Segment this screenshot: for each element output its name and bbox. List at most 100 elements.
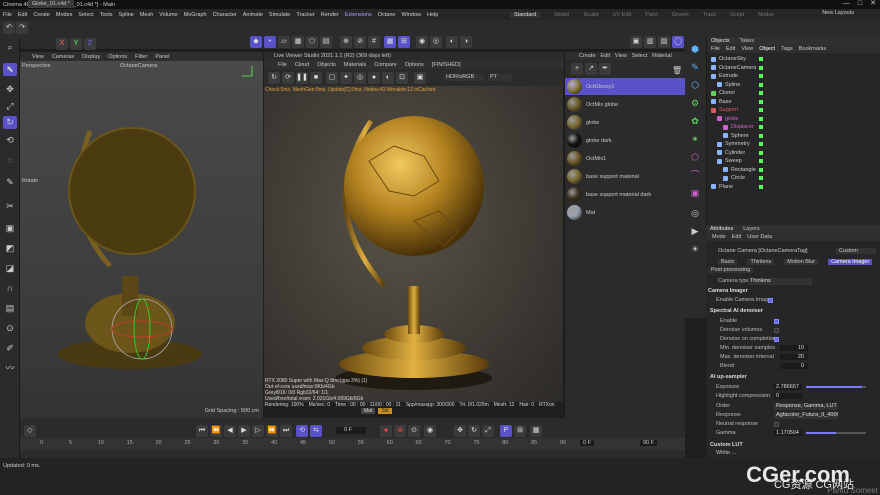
vp-menu-display[interactable]: Display <box>82 54 100 60</box>
preset-select[interactable]: Custom <box>836 248 876 254</box>
lv-save-icon[interactable]: ▣ <box>414 72 426 84</box>
next-frame-icon[interactable]: ▷ <box>252 425 264 437</box>
camera-icon[interactable]: ▶ <box>688 225 702 238</box>
object-visibility-icon[interactable] <box>759 91 763 95</box>
layout-script[interactable]: Script <box>730 12 744 18</box>
menu-help[interactable]: Help <box>427 12 438 18</box>
gamma-slider[interactable] <box>806 432 866 434</box>
material-icon[interactable]: ▨ <box>658 36 670 48</box>
snap-icon[interactable]: ⊕ <box>340 36 352 48</box>
kernel-mode-select[interactable]: PT <box>488 74 512 81</box>
lv-pause-icon[interactable]: ❚❚ <box>296 72 308 84</box>
autokey-icon[interactable]: ⊛ <box>394 425 406 437</box>
object-visibility-icon[interactable] <box>759 167 763 172</box>
lv-focus-icon[interactable]: ◎ <box>354 72 366 84</box>
highlight-input[interactable]: 0 <box>774 393 802 399</box>
render-settings-icon[interactable]: ◎ <box>430 36 442 48</box>
grid-icon[interactable]: # <box>368 36 380 48</box>
lv-restart-icon[interactable]: ⟳ <box>282 72 294 84</box>
subtab-post-processing[interactable]: Post processing <box>708 267 754 273</box>
redo-icon[interactable]: ↷ <box>16 22 28 34</box>
neutral-checkbox[interactable] <box>774 421 779 427</box>
obj-menu-edit[interactable]: Edit <box>726 45 735 53</box>
menu-volume[interactable]: Volume <box>159 12 177 18</box>
subtab-motion-blur[interactable]: Motion Blur <box>784 259 819 265</box>
octane-settings-icon[interactable]: ◑ <box>460 36 472 48</box>
layout-sculpt[interactable]: Sculpt <box>583 12 598 18</box>
field-icon[interactable]: ⬠ <box>688 151 702 164</box>
weld-tool-icon[interactable]: ⊙ <box>3 322 17 335</box>
paint-tool-icon[interactable]: ✐ <box>3 342 17 355</box>
menu-animate[interactable]: Animate <box>243 12 263 18</box>
key-scale-icon[interactable]: ⤢ <box>482 425 494 437</box>
close-icon[interactable]: ✕ <box>870 0 876 8</box>
menu-spline[interactable]: Spline <box>119 12 134 18</box>
camera-type-select[interactable]: Thinlens <box>748 277 812 285</box>
axis-y-button[interactable]: Y <box>70 38 82 50</box>
obj-menu-tags[interactable]: Tags <box>781 45 793 53</box>
exposure-input[interactable]: 2.786657 <box>774 384 802 390</box>
cloner-icon[interactable]: ⚙ <box>688 97 702 110</box>
layout-model[interactable]: Model <box>554 12 569 18</box>
bend-icon[interactable]: ⌒ <box>688 169 702 182</box>
points-mode-icon[interactable]: • <box>264 36 276 48</box>
denoise-completion-checkbox[interactable] <box>774 336 779 342</box>
blend-input[interactable]: 0 <box>780 363 808 369</box>
subtab-thinlens[interactable]: Thinlens <box>747 259 775 265</box>
texture-mode-icon[interactable]: ▤ <box>320 36 332 48</box>
keyframe-selection-icon[interactable]: ⊙ <box>408 425 420 437</box>
range-start-field[interactable]: 0 F <box>580 440 594 446</box>
menu-simulate[interactable]: Simulate <box>269 12 290 18</box>
go-start-icon[interactable]: ⏮ <box>196 425 208 437</box>
menu-character[interactable]: Character <box>213 12 237 18</box>
editor-viewport[interactable]: Perspective OctaneCamera Rotate Grid Spa… <box>20 61 263 418</box>
lv-menu-objects[interactable]: Objects <box>317 62 336 68</box>
menu-window[interactable]: Window <box>401 12 421 18</box>
render-region-icon[interactable]: ▥ <box>644 36 656 48</box>
rotate-tool-icon[interactable]: ↻ <box>3 116 17 129</box>
object-row[interactable]: Displacer <box>707 123 877 131</box>
tab-takes[interactable]: Takes <box>740 37 754 45</box>
vp-menu-panel[interactable]: Panel <box>155 54 169 60</box>
object-visibility-icon[interactable] <box>759 142 763 146</box>
current-frame-field[interactable]: 0 F <box>336 427 366 434</box>
lock-panel-icon[interactable]: 🗑 <box>672 66 682 76</box>
octane-render-view[interactable]: Check:0ms. MeshGen:0ms. Update[C]:0ms. N… <box>264 86 563 406</box>
tab-sid[interactable]: Sid <box>378 408 392 414</box>
magnet-tool-icon[interactable]: ∩ <box>3 282 17 295</box>
material-item[interactable]: Mat <box>565 204 686 221</box>
go-end-icon[interactable]: ⏭ <box>280 425 292 437</box>
max-interval-input[interactable]: 20 <box>780 354 808 360</box>
edges-mode-icon[interactable]: ▱ <box>278 36 290 48</box>
workplane-icon[interactable]: ▦ <box>384 36 396 48</box>
material-item[interactable]: OctGlossy1 <box>565 78 686 95</box>
lv-menu-materials[interactable]: Materials <box>344 62 366 68</box>
subtab-basic[interactable]: Basic <box>718 259 738 265</box>
object-visibility-icon[interactable] <box>759 65 763 70</box>
order-select[interactable]: Response, Gamma, LUT <box>774 402 838 410</box>
material-item[interactable]: base support material <box>565 168 686 185</box>
section-ai-upsampler[interactable]: AI up-sampler <box>706 373 876 381</box>
play-icon[interactable]: ▶ <box>238 425 250 437</box>
enable-imager-checkbox[interactable] <box>768 297 773 303</box>
timeline-ruler[interactable]: 0 5 10 15 20 25 30 35 40 45 50 55 60 65 70 75 80 85 90 0 F… <box>20 438 685 450</box>
object-row[interactable]: Cloner <box>707 89 877 97</box>
object-row[interactable]: Rectangle <box>707 166 877 174</box>
minimize-icon[interactable]: — <box>843 0 850 8</box>
object-visibility-icon[interactable] <box>759 150 763 155</box>
menu-mesh[interactable]: Mesh <box>140 12 153 18</box>
layout-track[interactable]: Track <box>703 12 717 18</box>
lv-pick-icon[interactable]: ✦ <box>340 72 352 84</box>
object-visibility-icon[interactable] <box>759 116 763 121</box>
environment-icon[interactable]: ▣ <box>688 187 702 200</box>
loop-tool-icon[interactable]: ◪ <box>3 262 17 275</box>
object-row[interactable]: Cylinder <box>707 149 877 157</box>
mat-menu-material[interactable]: Material <box>652 52 672 60</box>
obj-menu-view[interactable]: View <box>741 45 753 53</box>
loop-icon[interactable]: ⟲ <box>296 425 308 437</box>
menu-create[interactable]: Create <box>33 12 50 18</box>
material-arrow-icon[interactable]: ↗ <box>585 63 597 75</box>
object-row[interactable]: Extrude <box>707 72 877 80</box>
lv-stop-icon[interactable]: ■ <box>310 72 322 84</box>
octane-render-icon[interactable]: ◯ <box>672 36 684 48</box>
